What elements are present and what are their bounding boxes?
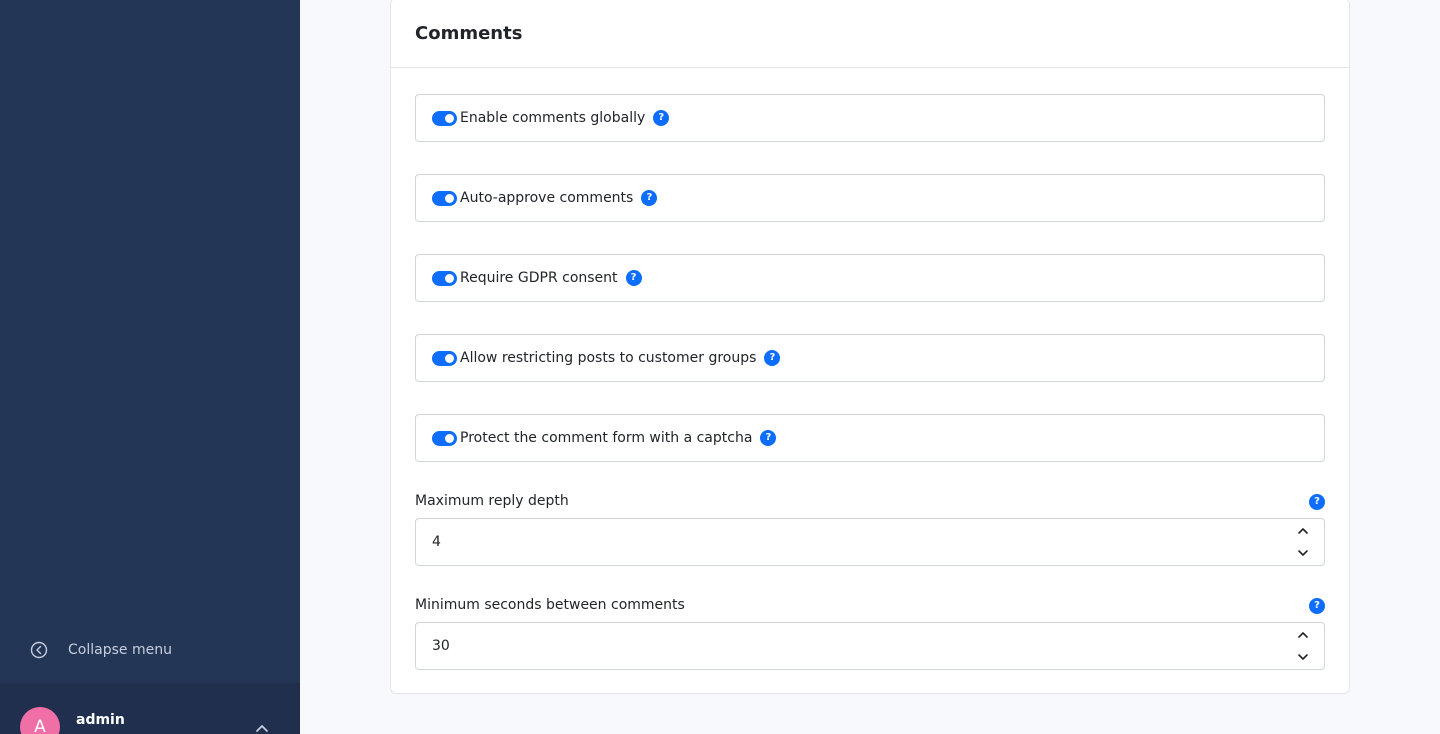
chevron-up-icon[interactable] bbox=[1296, 524, 1310, 538]
sidebar: Collapse menu A admin bbox=[0, 0, 300, 734]
toggle-label: Require GDPR consent bbox=[460, 270, 618, 286]
min-seconds-input[interactable] bbox=[415, 622, 1325, 670]
help-icon[interactable]: ? bbox=[1309, 494, 1325, 510]
toggle-row-auto-approve: Auto-approve comments ? bbox=[415, 174, 1325, 222]
collapse-menu-button[interactable]: Collapse menu bbox=[30, 638, 172, 662]
help-icon[interactable]: ? bbox=[1309, 598, 1325, 614]
toggle-row-restrict-posts: Allow restricting posts to customer grou… bbox=[415, 334, 1325, 382]
main-content: Comments Enable comments globally ? Auto… bbox=[300, 0, 1440, 734]
toggle-row-enable-comments: Enable comments globally ? bbox=[415, 94, 1325, 142]
toggle-row-captcha: Protect the comment form with a captcha … bbox=[415, 414, 1325, 462]
min-seconds-stepper bbox=[1293, 624, 1313, 668]
auto-approve-switch[interactable] bbox=[432, 190, 457, 206]
chevron-down-icon[interactable] bbox=[1296, 546, 1310, 560]
help-icon[interactable]: ? bbox=[764, 350, 781, 366]
toggle-label: Allow restricting posts to customer grou… bbox=[460, 350, 757, 366]
toggle-label: Enable comments globally bbox=[460, 110, 646, 126]
gdpr-consent-switch[interactable] bbox=[432, 270, 457, 286]
chevron-left-circle-icon bbox=[30, 641, 48, 659]
max-reply-depth-input[interactable] bbox=[415, 518, 1325, 566]
collapse-menu-label: Collapse menu bbox=[68, 642, 172, 658]
max-reply-depth-label: Maximum reply depth bbox=[415, 493, 569, 509]
toggle-row-gdpr-consent: Require GDPR consent ? bbox=[415, 254, 1325, 302]
help-icon[interactable]: ? bbox=[625, 270, 642, 286]
card-title: Comments bbox=[415, 22, 523, 44]
chevron-up-icon[interactable] bbox=[254, 721, 270, 734]
help-icon[interactable]: ? bbox=[641, 190, 658, 206]
avatar: A bbox=[20, 707, 60, 734]
restrict-posts-switch[interactable] bbox=[432, 350, 457, 366]
enable-comments-switch[interactable] bbox=[432, 110, 457, 126]
captcha-switch[interactable] bbox=[432, 430, 457, 446]
help-icon[interactable]: ? bbox=[653, 110, 670, 126]
user-menu[interactable]: A admin bbox=[0, 683, 300, 734]
chevron-down-icon[interactable] bbox=[1296, 650, 1310, 664]
toggle-label: Auto-approve comments bbox=[460, 190, 634, 206]
user-name: admin bbox=[76, 712, 125, 728]
card-header: Comments bbox=[391, 0, 1349, 68]
chevron-up-icon[interactable] bbox=[1296, 628, 1310, 642]
help-icon[interactable]: ? bbox=[760, 430, 777, 446]
max-reply-depth-stepper bbox=[1293, 520, 1313, 564]
comments-settings-card: Comments Enable comments globally ? Auto… bbox=[390, 0, 1350, 694]
min-seconds-label: Minimum seconds between comments bbox=[415, 597, 685, 613]
toggle-label: Protect the comment form with a captcha bbox=[460, 430, 753, 446]
